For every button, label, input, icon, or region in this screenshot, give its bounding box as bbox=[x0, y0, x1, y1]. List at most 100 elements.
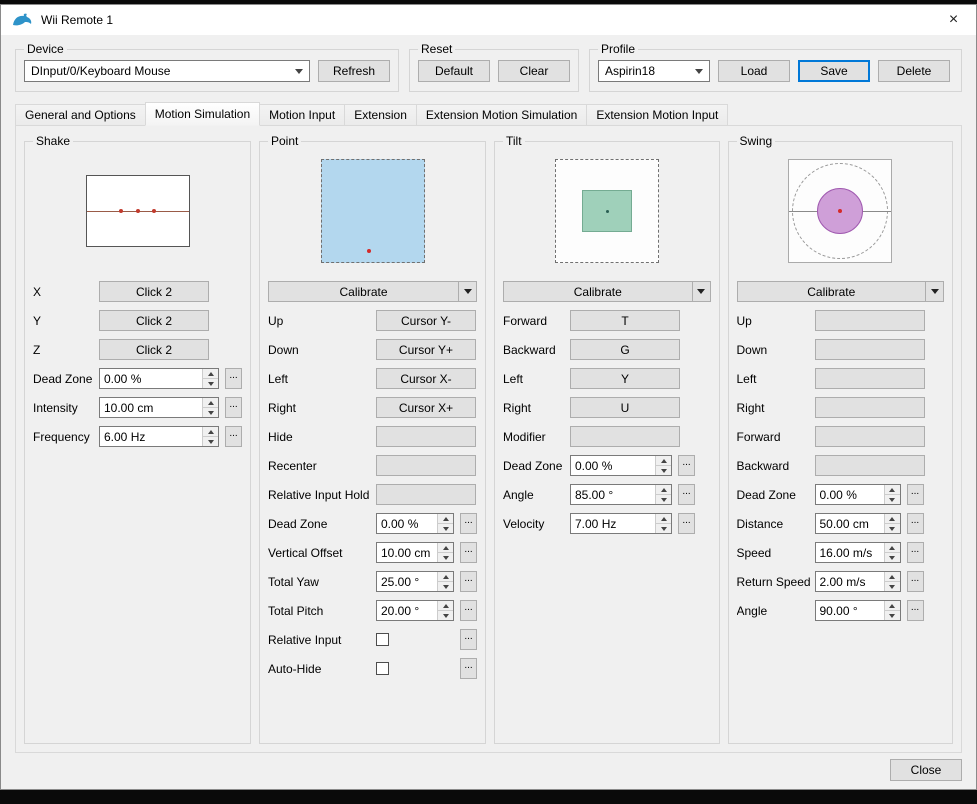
advanced-settings-button[interactable]: ... bbox=[460, 513, 477, 534]
spin-down-icon[interactable] bbox=[884, 495, 900, 504]
spinner-arrows[interactable] bbox=[437, 514, 453, 533]
advanced-settings-button[interactable]: ... bbox=[678, 484, 695, 505]
spin-down-icon[interactable] bbox=[656, 495, 671, 504]
swing-up-mapping-button[interactable] bbox=[814, 310, 925, 331]
spin-down-icon[interactable] bbox=[203, 437, 218, 446]
advanced-settings-button[interactable]: ... bbox=[460, 658, 477, 679]
relative-input-checkbox[interactable] bbox=[376, 633, 389, 646]
advanced-settings-button[interactable]: ... bbox=[225, 368, 242, 389]
point-right-mapping-button[interactable]: Cursor X+ bbox=[376, 397, 476, 418]
profile-select[interactable]: Aspirin18 bbox=[598, 60, 710, 82]
spin-down-icon[interactable] bbox=[884, 524, 900, 533]
spin-down-icon[interactable] bbox=[656, 466, 671, 475]
frequency-spinbox[interactable]: 6.00 Hz bbox=[99, 426, 219, 447]
swing-right-mapping-button[interactable] bbox=[814, 397, 925, 418]
tab-extension-motion-simulation[interactable]: Extension Motion Simulation bbox=[415, 104, 588, 125]
advanced-settings-button[interactable]: ... bbox=[225, 397, 242, 418]
swing-forward-mapping-button[interactable] bbox=[814, 426, 925, 447]
spin-down-icon[interactable] bbox=[203, 408, 218, 417]
vertical-offset-spinbox[interactable]: 10.00 cm bbox=[376, 542, 454, 563]
spin-up-icon[interactable] bbox=[656, 456, 671, 466]
spinner-arrows[interactable] bbox=[655, 456, 671, 475]
clear-button[interactable]: Clear bbox=[498, 60, 570, 82]
spin-up-icon[interactable] bbox=[438, 514, 453, 524]
spin-down-icon[interactable] bbox=[656, 524, 671, 533]
tilt-forward-mapping-button[interactable]: T bbox=[570, 310, 680, 331]
tilt-left-mapping-button[interactable]: Y bbox=[570, 368, 680, 389]
auto-hide-checkbox[interactable] bbox=[376, 662, 389, 675]
spin-up-icon[interactable] bbox=[884, 485, 900, 495]
spinner-arrows[interactable] bbox=[202, 427, 218, 446]
tilt-right-mapping-button[interactable]: U bbox=[570, 397, 680, 418]
spinner-arrows[interactable] bbox=[883, 514, 900, 533]
tab-motion-input[interactable]: Motion Input bbox=[259, 104, 346, 125]
calibrate-dropdown-arrow-icon[interactable] bbox=[925, 282, 943, 301]
calibrate-dropdown-arrow-icon[interactable] bbox=[458, 282, 476, 301]
dead-zone-spinbox[interactable]: 0.00 % bbox=[376, 513, 454, 534]
spin-up-icon[interactable] bbox=[438, 601, 453, 611]
swing-calibrate-button[interactable]: Calibrate bbox=[736, 281, 944, 302]
default-button[interactable]: Default bbox=[418, 60, 490, 82]
refresh-button[interactable]: Refresh bbox=[318, 60, 390, 82]
spin-down-icon[interactable] bbox=[884, 553, 900, 562]
advanced-settings-button[interactable]: ... bbox=[460, 542, 477, 563]
dead-zone-spinbox[interactable]: 0.00 % bbox=[570, 455, 672, 476]
angle-spinbox[interactable]: 85.00 ° bbox=[570, 484, 672, 505]
close-button[interactable]: Close bbox=[890, 759, 962, 781]
tilt-calibrate-button[interactable]: Calibrate bbox=[503, 281, 711, 302]
save-button[interactable]: Save bbox=[798, 60, 870, 82]
dead-zone-spinbox[interactable]: 0.00 % bbox=[814, 484, 901, 505]
tab-extension-motion-input[interactable]: Extension Motion Input bbox=[586, 104, 729, 125]
advanced-settings-button[interactable]: ... bbox=[225, 426, 242, 447]
tab-motion-simulation[interactable]: Motion Simulation bbox=[144, 102, 261, 126]
spinner-arrows[interactable] bbox=[883, 543, 900, 562]
point-up-mapping-button[interactable]: Cursor Y- bbox=[376, 310, 476, 331]
window-close-button[interactable]: × bbox=[931, 5, 976, 35]
spin-down-icon[interactable] bbox=[438, 582, 453, 591]
advanced-settings-button[interactable]: ... bbox=[460, 571, 477, 592]
advanced-settings-button[interactable]: ... bbox=[460, 629, 477, 650]
spin-up-icon[interactable] bbox=[656, 514, 671, 524]
point-left-mapping-button[interactable]: Cursor X- bbox=[376, 368, 476, 389]
spin-up-icon[interactable] bbox=[438, 543, 453, 553]
spin-down-icon[interactable] bbox=[438, 611, 453, 620]
spin-up-icon[interactable] bbox=[203, 427, 218, 437]
spinner-arrows[interactable] bbox=[202, 398, 218, 417]
speed-spinbox[interactable]: 16.00 m/s bbox=[814, 542, 901, 563]
swing-left-mapping-button[interactable] bbox=[814, 368, 925, 389]
spinner-arrows[interactable] bbox=[655, 514, 671, 533]
spin-down-icon[interactable] bbox=[884, 611, 900, 620]
advanced-settings-button[interactable]: ... bbox=[906, 571, 924, 592]
spin-up-icon[interactable] bbox=[884, 601, 900, 611]
advanced-settings-button[interactable]: ... bbox=[906, 484, 924, 505]
spin-up-icon[interactable] bbox=[884, 514, 900, 524]
spin-down-icon[interactable] bbox=[438, 553, 453, 562]
advanced-settings-button[interactable]: ... bbox=[906, 600, 924, 621]
swing-down-mapping-button[interactable] bbox=[814, 339, 925, 360]
point-hide-mapping-button[interactable] bbox=[376, 426, 476, 447]
tilt-modifier-mapping-button[interactable] bbox=[570, 426, 680, 447]
spin-down-icon[interactable] bbox=[203, 379, 218, 388]
advanced-settings-button[interactable]: ... bbox=[906, 513, 924, 534]
spin-up-icon[interactable] bbox=[203, 398, 218, 408]
spinner-arrows[interactable] bbox=[202, 369, 218, 388]
spin-up-icon[interactable] bbox=[884, 543, 900, 553]
load-button[interactable]: Load bbox=[718, 60, 790, 82]
calibrate-dropdown-arrow-icon[interactable] bbox=[691, 282, 710, 301]
shake-z-mapping-button[interactable]: Click 2 bbox=[99, 339, 209, 360]
point-recenter-mapping-button[interactable] bbox=[376, 455, 476, 476]
swing-backward-mapping-button[interactable] bbox=[814, 455, 925, 476]
delete-button[interactable]: Delete bbox=[878, 60, 950, 82]
point-calibrate-button[interactable]: Calibrate bbox=[268, 281, 477, 302]
spinner-arrows[interactable] bbox=[883, 485, 900, 504]
tilt-backward-mapping-button[interactable]: G bbox=[570, 339, 680, 360]
point-relative-input-hold-mapping-button[interactable] bbox=[376, 484, 476, 505]
total-yaw-spinbox[interactable]: 25.00 ° bbox=[376, 571, 454, 592]
spin-up-icon[interactable] bbox=[656, 485, 671, 495]
tab-extension[interactable]: Extension bbox=[344, 104, 417, 125]
spin-up-icon[interactable] bbox=[438, 572, 453, 582]
tab-general-and-options[interactable]: General and Options bbox=[15, 104, 146, 125]
shake-x-mapping-button[interactable]: Click 2 bbox=[99, 281, 209, 302]
device-select[interactable]: DInput/0/Keyboard Mouse bbox=[24, 60, 310, 82]
shake-y-mapping-button[interactable]: Click 2 bbox=[99, 310, 209, 331]
